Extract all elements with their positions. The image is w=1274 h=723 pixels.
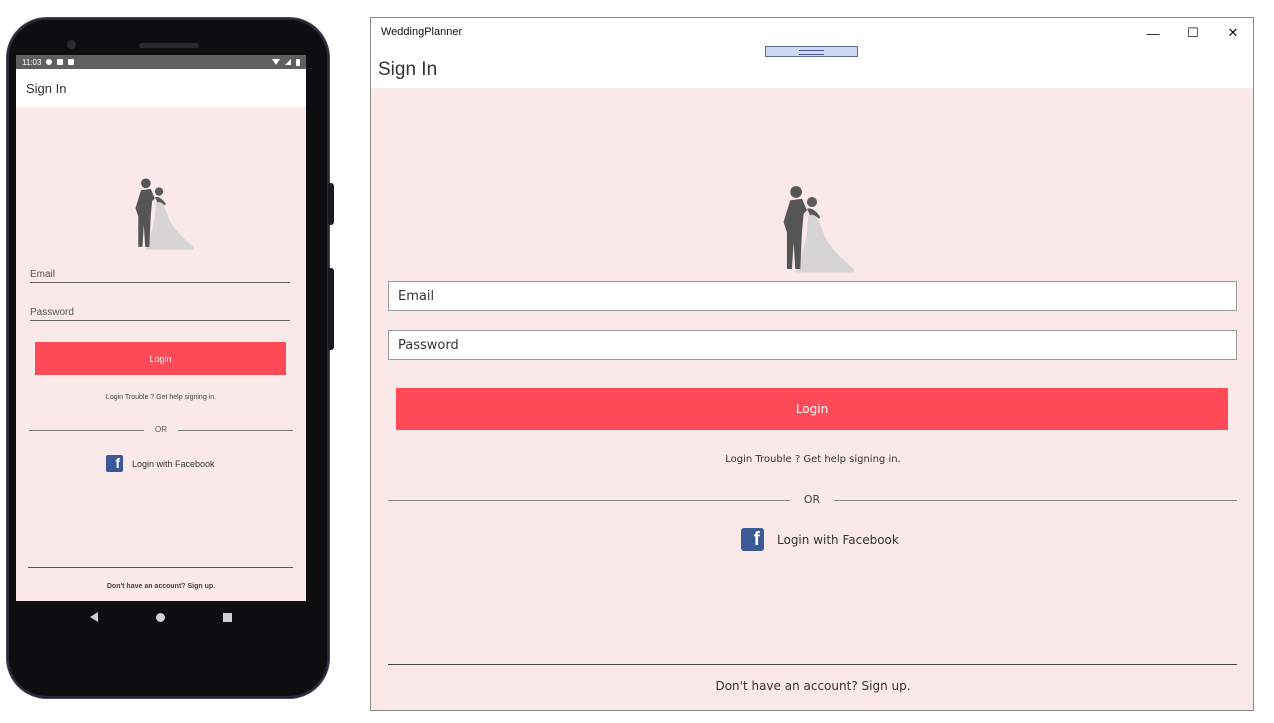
home-icon[interactable] — [156, 612, 165, 622]
desktop-page-title: Sign In — [378, 59, 438, 80]
window-titlebar[interactable]: WeddingPlanner — ☐ ✕ — [371, 18, 1253, 48]
desktop-signup-link[interactable]: Don't have an account? Sign up. — [371, 679, 1253, 693]
mobile-status-bar: 11:03 — [16, 55, 306, 69]
mobile-page-title: Sign In — [16, 69, 306, 107]
sd-card-icon — [68, 59, 75, 65]
volume-button — [328, 268, 334, 350]
desktop-signin-body: Email Password Login Login Trouble ? Get… — [371, 88, 1253, 710]
desktop-or-label: OR — [803, 493, 821, 506]
desktop-login-button[interactable]: Login — [396, 388, 1228, 430]
mobile-facebook-login-button[interactable]: f Login with Facebook — [106, 455, 215, 472]
battery-icon — [296, 58, 300, 66]
close-icon[interactable]: ✕ — [1213, 18, 1253, 48]
wedding-couple-icon — [783, 186, 854, 273]
power-button — [328, 183, 334, 225]
desktop-password-input[interactable]: Password — [388, 330, 1237, 360]
earpiece-speaker — [139, 43, 199, 48]
wifi-icon — [272, 59, 280, 65]
desktop-or-divider-right — [834, 500, 1237, 501]
desktop-login-trouble-link[interactable]: Login Trouble ? Get help signing in. — [371, 454, 1253, 465]
mobile-screen: 11:03 Sign In Email Password Login Login… — [16, 55, 306, 601]
mobile-or-label: OR — [155, 425, 167, 434]
mobile-password-field[interactable]: Password — [30, 307, 290, 321]
mobile-email-field[interactable]: Email — [30, 269, 290, 283]
mobile-signup-link[interactable]: Don't have an account? Sign up. — [16, 583, 306, 590]
wedding-couple-icon — [135, 178, 194, 250]
mobile-login-button[interactable]: Login — [35, 342, 286, 375]
maximize-icon[interactable]: ☐ — [1173, 18, 1213, 48]
desktop-window: WeddingPlanner — ☐ ✕ Sign In Email Passw… — [370, 17, 1254, 711]
recent-apps-icon[interactable] — [223, 612, 232, 622]
desktop-or-divider-left — [388, 500, 790, 501]
desktop-facebook-label: Login with Facebook — [777, 532, 899, 547]
desktop-facebook-login-button[interactable]: f Login with Facebook — [741, 528, 899, 551]
status-time: 11:03 — [22, 57, 42, 67]
minimize-icon[interactable]: — — [1133, 18, 1173, 48]
mobile-signin-body: Email Password Login Login Trouble ? Get… — [16, 107, 306, 601]
back-icon[interactable] — [90, 612, 98, 622]
settings-icon — [46, 59, 53, 65]
mobile-or-divider-left — [29, 430, 144, 431]
mobile-login-trouble-link[interactable]: Login Trouble ? Get help signing in. — [16, 394, 306, 401]
signal-icon — [285, 59, 291, 65]
notification-icon — [57, 59, 64, 65]
window-title: WeddingPlanner — [381, 26, 463, 38]
facebook-icon: f — [741, 528, 764, 551]
mobile-bottom-divider — [28, 567, 293, 568]
facebook-icon: f — [106, 455, 123, 472]
front-camera — [67, 40, 76, 49]
desktop-bottom-divider — [388, 664, 1237, 665]
window-controls: — ☐ ✕ — [1133, 18, 1253, 48]
mobile-or-divider-right — [178, 430, 293, 431]
desktop-email-input[interactable]: Email — [388, 281, 1237, 311]
desktop-header: Sign In — [371, 48, 1253, 88]
mobile-facebook-label: Login with Facebook — [132, 458, 215, 469]
android-nav-bar — [16, 601, 306, 633]
